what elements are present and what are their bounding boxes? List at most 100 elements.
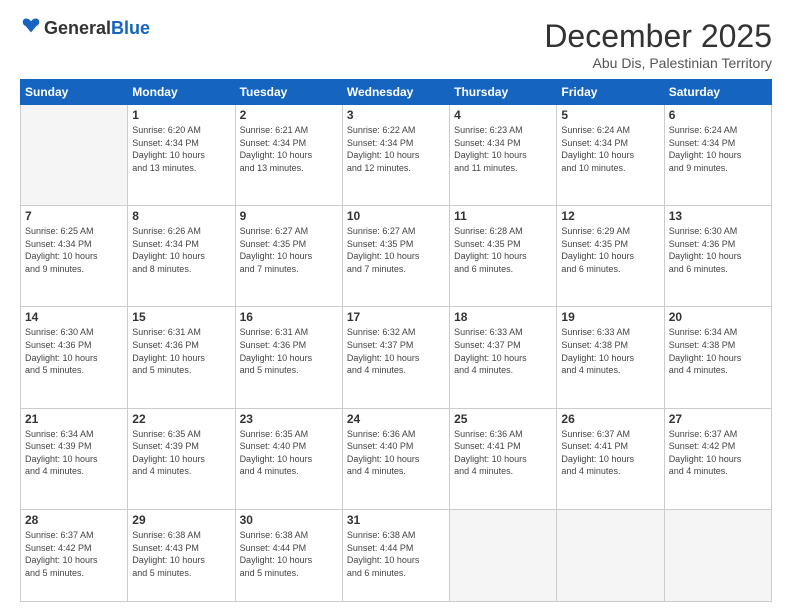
calendar-cell: 14 Sunrise: 6:30 AM Sunset: 4:36 PM Dayli… — [21, 307, 128, 408]
day-number: 8 — [132, 209, 230, 223]
calendar-cell: 20 Sunrise: 6:34 AM Sunset: 4:38 PM Dayli… — [664, 307, 771, 408]
day-info: Sunrise: 6:21 AM Sunset: 4:34 PM Dayligh… — [240, 124, 338, 174]
calendar-cell — [450, 509, 557, 601]
calendar-cell: 8 Sunrise: 6:26 AM Sunset: 4:34 PM Daylig… — [128, 206, 235, 307]
calendar-cell: 10Sunrise: 6:27 AM Sunset: 4:35 PM Dayli… — [342, 206, 449, 307]
day-number: 30 — [240, 513, 338, 527]
column-header-sunday: Sunday — [21, 80, 128, 105]
day-info: Sunrise: 6:22 AM Sunset: 4:34 PM Dayligh… — [347, 124, 445, 174]
column-header-tuesday: Tuesday — [235, 80, 342, 105]
calendar-cell: 26Sunrise: 6:37 AM Sunset: 4:41 PM Dayli… — [557, 408, 664, 509]
day-info: Sunrise: 6:29 AM Sunset: 4:35 PM Dayligh… — [561, 225, 659, 275]
calendar-cell: 6 Sunrise: 6:24 AM Sunset: 4:34 PM Daylig… — [664, 105, 771, 206]
day-info: Sunrise: 6:38 AM Sunset: 4:43 PM Dayligh… — [132, 529, 230, 579]
calendar-cell: 15Sunrise: 6:31 AM Sunset: 4:36 PM Dayli… — [128, 307, 235, 408]
day-number: 2 — [240, 108, 338, 122]
header: GeneralBlue December 2025 Abu Dis, Pales… — [20, 18, 772, 71]
calendar-cell: 24 Sunrise: 6:36 AM Sunset: 4:40 PM Dayli… — [342, 408, 449, 509]
calendar-cell: 27 Sunrise: 6:37 AM Sunset: 4:42 PM Dayli… — [664, 408, 771, 509]
day-number: 10 — [347, 209, 445, 223]
day-number: 19 — [561, 310, 659, 324]
calendar-cell: 5Sunrise: 6:24 AM Sunset: 4:34 PM Daylig… — [557, 105, 664, 206]
calendar-week-row: 1 Sunrise: 6:20 AM Sunset: 4:34 PM Daylig… — [21, 105, 772, 206]
calendar-cell: 30Sunrise: 6:38 AM Sunset: 4:44 PM Dayli… — [235, 509, 342, 601]
calendar-header-row: SundayMondayTuesdayWednesdayThursdayFrid… — [21, 80, 772, 105]
day-info: Sunrise: 6:38 AM Sunset: 4:44 PM Dayligh… — [347, 529, 445, 579]
day-info: Sunrise: 6:34 AM Sunset: 4:38 PM Dayligh… — [669, 326, 767, 376]
day-number: 5 — [561, 108, 659, 122]
calendar-cell — [21, 105, 128, 206]
day-number: 23 — [240, 412, 338, 426]
day-number: 21 — [25, 412, 123, 426]
day-info: Sunrise: 6:23 AM Sunset: 4:34 PM Dayligh… — [454, 124, 552, 174]
day-number: 16 — [240, 310, 338, 324]
day-number: 22 — [132, 412, 230, 426]
day-info: Sunrise: 6:36 AM Sunset: 4:41 PM Dayligh… — [454, 428, 552, 478]
day-info: Sunrise: 6:34 AM Sunset: 4:39 PM Dayligh… — [25, 428, 123, 478]
day-number: 12 — [561, 209, 659, 223]
calendar-cell: 22 Sunrise: 6:35 AM Sunset: 4:39 PM Dayli… — [128, 408, 235, 509]
day-info: Sunrise: 6:20 AM Sunset: 4:34 PM Dayligh… — [132, 124, 230, 174]
day-number: 3 — [347, 108, 445, 122]
day-info: Sunrise: 6:27 AM Sunset: 4:35 PM Dayligh… — [240, 225, 338, 275]
day-info: Sunrise: 6:35 AM Sunset: 4:39 PM Dayligh… — [132, 428, 230, 478]
calendar-cell: 13 Sunrise: 6:30 AM Sunset: 4:36 PM Dayli… — [664, 206, 771, 307]
day-info: Sunrise: 6:28 AM Sunset: 4:35 PM Dayligh… — [454, 225, 552, 275]
day-number: 27 — [669, 412, 767, 426]
day-info: Sunrise: 6:31 AM Sunset: 4:36 PM Dayligh… — [240, 326, 338, 376]
day-info: Sunrise: 6:37 AM Sunset: 4:42 PM Dayligh… — [25, 529, 123, 579]
day-info: Sunrise: 6:35 AM Sunset: 4:40 PM Dayligh… — [240, 428, 338, 478]
calendar-cell: 2 Sunrise: 6:21 AM Sunset: 4:34 PM Daylig… — [235, 105, 342, 206]
column-header-saturday: Saturday — [664, 80, 771, 105]
calendar-cell: 29 Sunrise: 6:38 AM Sunset: 4:43 PM Dayli… — [128, 509, 235, 601]
calendar-cell: 1 Sunrise: 6:20 AM Sunset: 4:34 PM Daylig… — [128, 105, 235, 206]
calendar-cell: 9Sunrise: 6:27 AM Sunset: 4:35 PM Daylig… — [235, 206, 342, 307]
day-number: 15 — [132, 310, 230, 324]
logo-bird-icon — [20, 14, 42, 36]
calendar-cell: 19Sunrise: 6:33 AM Sunset: 4:38 PM Dayli… — [557, 307, 664, 408]
day-number: 4 — [454, 108, 552, 122]
day-info: Sunrise: 6:26 AM Sunset: 4:34 PM Dayligh… — [132, 225, 230, 275]
calendar-cell: 28 Sunrise: 6:37 AM Sunset: 4:42 PM Dayli… — [21, 509, 128, 601]
calendar-cell: 16 Sunrise: 6:31 AM Sunset: 4:36 PM Dayli… — [235, 307, 342, 408]
day-number: 1 — [132, 108, 230, 122]
logo-text: GeneralBlue — [44, 18, 150, 39]
day-number: 26 — [561, 412, 659, 426]
day-number: 24 — [347, 412, 445, 426]
calendar-cell: 4 Sunrise: 6:23 AM Sunset: 4:34 PM Daylig… — [450, 105, 557, 206]
day-number: 17 — [347, 310, 445, 324]
day-info: Sunrise: 6:25 AM Sunset: 4:34 PM Dayligh… — [25, 225, 123, 275]
calendar-cell: 25Sunrise: 6:36 AM Sunset: 4:41 PM Dayli… — [450, 408, 557, 509]
day-number: 28 — [25, 513, 123, 527]
calendar-cell: 21 Sunrise: 6:34 AM Sunset: 4:39 PM Dayli… — [21, 408, 128, 509]
day-info: Sunrise: 6:30 AM Sunset: 4:36 PM Dayligh… — [25, 326, 123, 376]
calendar-cell: 3 Sunrise: 6:22 AM Sunset: 4:34 PM Daylig… — [342, 105, 449, 206]
calendar-week-row: 14 Sunrise: 6:30 AM Sunset: 4:36 PM Dayli… — [21, 307, 772, 408]
logo: GeneralBlue — [20, 18, 150, 39]
day-number: 14 — [25, 310, 123, 324]
day-number: 13 — [669, 209, 767, 223]
column-header-monday: Monday — [128, 80, 235, 105]
day-info: Sunrise: 6:30 AM Sunset: 4:36 PM Dayligh… — [669, 225, 767, 275]
page: GeneralBlue December 2025 Abu Dis, Pales… — [0, 0, 792, 612]
calendar-cell — [664, 509, 771, 601]
month-title: December 2025 — [544, 18, 772, 55]
day-info: Sunrise: 6:36 AM Sunset: 4:40 PM Dayligh… — [347, 428, 445, 478]
column-header-thursday: Thursday — [450, 80, 557, 105]
day-number: 20 — [669, 310, 767, 324]
day-number: 11 — [454, 209, 552, 223]
day-number: 18 — [454, 310, 552, 324]
logo-general: General — [44, 18, 111, 38]
calendar-cell: 18Sunrise: 6:33 AM Sunset: 4:37 PM Dayli… — [450, 307, 557, 408]
calendar-cell: 7 Sunrise: 6:25 AM Sunset: 4:34 PM Daylig… — [21, 206, 128, 307]
calendar-cell: 23 Sunrise: 6:35 AM Sunset: 4:40 PM Dayli… — [235, 408, 342, 509]
day-number: 6 — [669, 108, 767, 122]
location-title: Abu Dis, Palestinian Territory — [544, 55, 772, 71]
calendar-week-row: 28 Sunrise: 6:37 AM Sunset: 4:42 PM Dayli… — [21, 509, 772, 601]
calendar-week-row: 21 Sunrise: 6:34 AM Sunset: 4:39 PM Dayli… — [21, 408, 772, 509]
column-header-wednesday: Wednesday — [342, 80, 449, 105]
day-number: 29 — [132, 513, 230, 527]
day-number: 7 — [25, 209, 123, 223]
day-info: Sunrise: 6:24 AM Sunset: 4:34 PM Dayligh… — [669, 124, 767, 174]
day-info: Sunrise: 6:37 AM Sunset: 4:42 PM Dayligh… — [669, 428, 767, 478]
